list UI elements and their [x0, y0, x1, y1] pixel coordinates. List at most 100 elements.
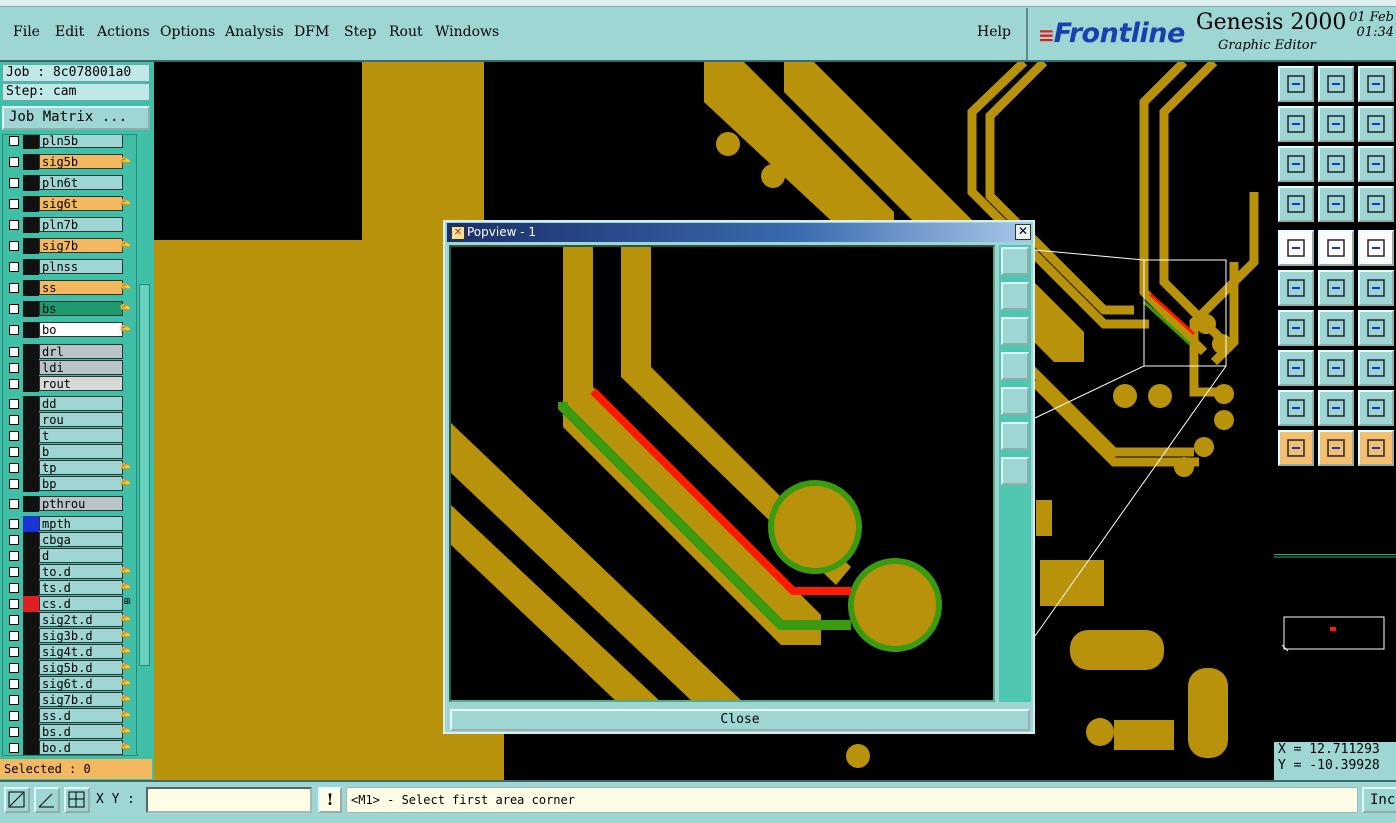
select-icon[interactable]: [1278, 430, 1314, 466]
popview-pan-down-button[interactable]: [1001, 317, 1029, 345]
layer-name[interactable]: ss.d: [39, 708, 123, 723]
layer-checkbox[interactable]: [9, 631, 19, 641]
layer-color-swatch[interactable]: [23, 396, 39, 412]
minus-icon[interactable]: [1318, 350, 1354, 386]
popview-zoom-out-button[interactable]: [1001, 457, 1029, 485]
layer-checkbox[interactable]: [9, 283, 19, 293]
layer-color-swatch[interactable]: [23, 280, 39, 296]
layer-checkbox[interactable]: [9, 136, 19, 146]
menu-edit[interactable]: Edit: [55, 24, 84, 40]
layer-row[interactable]: sig6t.d ✍: [3, 676, 133, 692]
layer-name[interactable]: sig5b: [39, 154, 123, 169]
layer-checkbox[interactable]: [9, 363, 19, 373]
layer-row[interactable]: pthrou: [3, 496, 133, 512]
layer-row[interactable]: bs ✍: [3, 301, 133, 317]
angle-snap-icon[interactable]: [34, 787, 60, 813]
layer-checkbox[interactable]: [9, 663, 19, 673]
layer-name[interactable]: bp: [39, 476, 123, 491]
zoom-fit-icon[interactable]: [1278, 146, 1314, 182]
layer-color-swatch[interactable]: [23, 135, 39, 149]
layer-color-swatch[interactable]: [23, 564, 39, 580]
layer-checkbox[interactable]: [9, 415, 19, 425]
job-matrix-button[interactable]: Job Matrix ...: [2, 106, 150, 130]
layer-checkbox[interactable]: [9, 695, 19, 705]
angle-icon[interactable]: [1278, 310, 1314, 346]
measure-icon[interactable]: [1358, 350, 1394, 386]
layer-checkbox[interactable]: [9, 479, 19, 489]
layer-color-swatch[interactable]: [23, 360, 39, 376]
arc-icon[interactable]: [1358, 310, 1394, 346]
layer-name[interactable]: cs.d: [39, 596, 123, 611]
next-view-icon[interactable]: [1318, 106, 1354, 142]
layer-name[interactable]: bs.d: [39, 724, 123, 739]
layer-name[interactable]: sig2t.d: [39, 612, 123, 627]
layer-color-swatch[interactable]: [23, 344, 39, 360]
layer-name[interactable]: ss: [39, 280, 123, 295]
layer-name[interactable]: t: [39, 428, 123, 443]
exclamation-icon[interactable]: !: [318, 787, 342, 813]
layer-color-swatch[interactable]: [23, 175, 39, 191]
layer-checkbox[interactable]: [9, 743, 19, 753]
menu-file[interactable]: File: [13, 24, 40, 40]
ruler-icon[interactable]: [1358, 230, 1394, 266]
layer-name[interactable]: sig5b.d: [39, 660, 123, 675]
layer-color-swatch[interactable]: [23, 376, 39, 392]
prev-view-icon[interactable]: [1278, 106, 1314, 142]
select-circle-icon[interactable]: [1358, 430, 1394, 466]
popview-titlebar[interactable]: ✕ Popview - 1: [447, 223, 1031, 242]
overview-map[interactable]: [1274, 554, 1396, 753]
menu-step[interactable]: Step: [344, 24, 376, 40]
popview-zoom-in-button[interactable]: [1001, 422, 1029, 450]
snap-icon[interactable]: [4, 787, 30, 813]
layer-name[interactable]: pln5b: [39, 135, 123, 148]
save-icon[interactable]: [1318, 66, 1354, 102]
layer-checkbox[interactable]: [9, 599, 19, 609]
layer-color-swatch[interactable]: [23, 692, 39, 708]
layer-color-swatch[interactable]: [23, 238, 39, 254]
connect-icon[interactable]: [1278, 270, 1314, 306]
layer-checkbox[interactable]: [9, 647, 19, 657]
layer-row[interactable]: sig4t.d ✍: [3, 644, 133, 660]
select-box-icon[interactable]: [1318, 430, 1354, 466]
popview-pan-up-button[interactable]: [1001, 282, 1029, 310]
layer-name[interactable]: pln7b: [39, 217, 123, 232]
layer-list-scrollbar[interactable]: [136, 134, 151, 754]
cross-icon[interactable]: [1318, 270, 1354, 306]
layer-color-swatch[interactable]: [23, 460, 39, 476]
layer-color-swatch[interactable]: [23, 740, 39, 755]
layer-checkbox[interactable]: [9, 379, 19, 389]
layer-row[interactable]: sig2t.d ✍: [3, 612, 133, 628]
layer-checkbox[interactable]: [9, 711, 19, 721]
layer-color-swatch[interactable]: [23, 444, 39, 460]
layer-row[interactable]: tp ✍: [3, 460, 133, 476]
layer-color-swatch[interactable]: [23, 428, 39, 444]
layer-row[interactable]: bs.d ✍: [3, 724, 133, 740]
layer-color-swatch[interactable]: [23, 259, 39, 275]
layer-checkbox[interactable]: [9, 325, 19, 335]
layer-checkbox[interactable]: [9, 178, 19, 188]
layer-tools-icon[interactable]: [1358, 186, 1394, 222]
layer-color-swatch[interactable]: [23, 660, 39, 676]
layer-row[interactable]: sig5b ✍: [3, 154, 133, 170]
menu-dfm[interactable]: DFM: [294, 24, 329, 40]
layer-color-swatch[interactable]: [23, 532, 39, 548]
settings-icon[interactable]: [1278, 186, 1314, 222]
undo-view-icon[interactable]: [1358, 106, 1394, 142]
layer-color-swatch[interactable]: [23, 412, 39, 428]
layer-row[interactable]: ts.d ✍: [3, 580, 133, 596]
layer-name[interactable]: to.d: [39, 564, 123, 579]
layer-color-swatch[interactable]: [23, 724, 39, 740]
layer-color-swatch[interactable]: [23, 496, 39, 512]
popview-close-button[interactable]: Close: [450, 709, 1030, 731]
menu-options[interactable]: Options: [160, 24, 215, 40]
layer-row[interactable]: b: [3, 444, 133, 460]
layer-name[interactable]: sig7b: [39, 238, 123, 253]
layer-row[interactable]: cbga: [3, 532, 133, 548]
scrollbar-thumb[interactable]: [139, 284, 150, 666]
xy-input[interactable]: [146, 787, 312, 813]
layer-name[interactable]: sig6t.d: [39, 676, 123, 691]
zoom-center-icon[interactable]: [1318, 146, 1354, 182]
layer-color-swatch[interactable]: [23, 196, 39, 212]
layer-name[interactable]: plnss: [39, 259, 123, 274]
layer-color-swatch[interactable]: [23, 476, 39, 492]
